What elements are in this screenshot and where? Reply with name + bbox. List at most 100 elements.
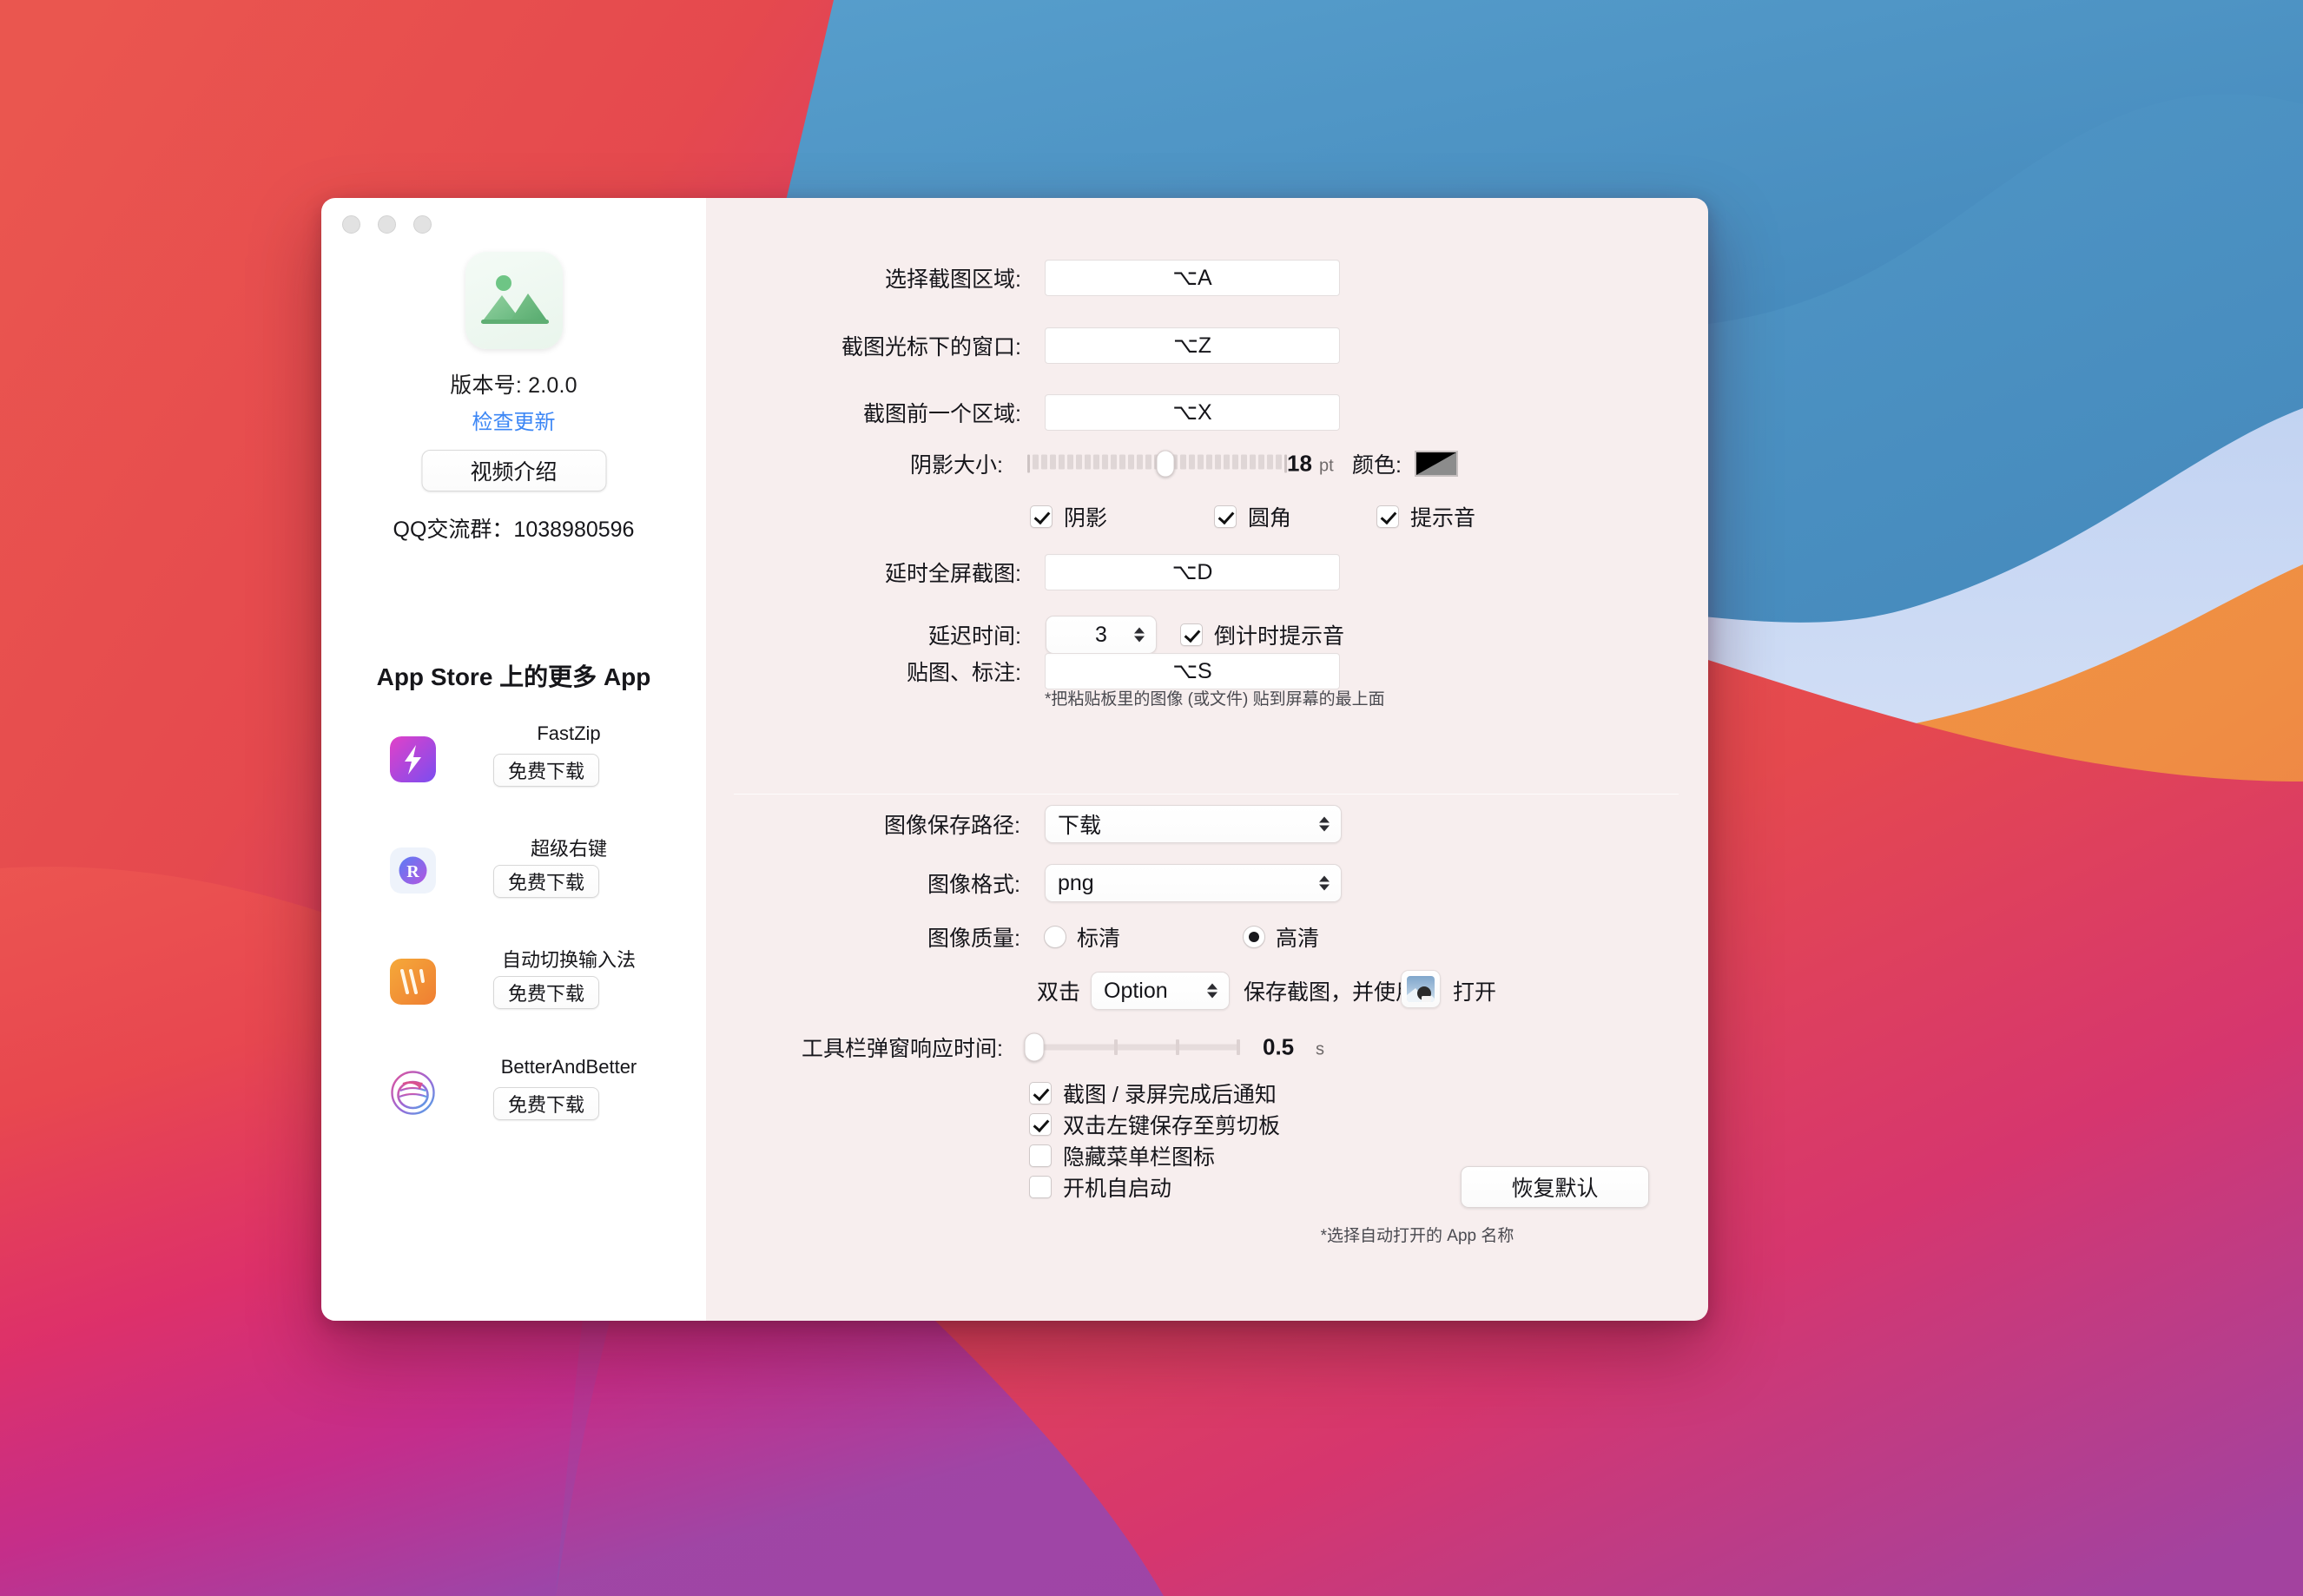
double-click-modifier-value: Option: [1104, 978, 1168, 1003]
shadow-size-slider[interactable]: [1027, 450, 1287, 478]
svg-text:R: R: [406, 862, 419, 881]
super-right-click-icon: R: [390, 847, 436, 894]
hide-menubar-icon-checkbox[interactable]: [1029, 1144, 1052, 1167]
list-item[interactable]: 自动切换输入法 免费下载: [321, 940, 706, 1051]
toolbar-delay-slider-thumb[interactable]: [1024, 1032, 1045, 1062]
chevron-updown-icon: [1207, 983, 1217, 999]
sound-checkbox-row[interactable]: 提示音: [1376, 501, 1475, 532]
save-path-label: 图像保存路径:: [884, 814, 1020, 838]
desktop-background: 版本号: 2.0.0 检查更新 视频介绍 QQ交流群：1038980596 Ap…: [0, 0, 2303, 1596]
sound-checkbox[interactable]: [1376, 505, 1399, 528]
toolbar-delay-unit: s: [1316, 1039, 1324, 1059]
double-click-clipboard-checkbox[interactable]: [1029, 1113, 1052, 1136]
list-item[interactable]: R 超级右键 免费下载: [321, 828, 706, 940]
image-quality-label: 图像质量:: [927, 927, 1020, 951]
image-quality-hd-label: 高清: [1276, 927, 1320, 951]
auto-input-switch-icon: [390, 959, 436, 1005]
image-format-label: 图像格式:: [927, 873, 1020, 897]
sticker-annotate-label: 贴图、标注:: [907, 661, 1021, 685]
version-label: 版本号: 2.0.0: [450, 373, 577, 398]
close-button[interactable]: [342, 215, 360, 234]
window-controls: [342, 215, 432, 234]
countdown-sound-checkbox-row[interactable]: 倒计时提示音: [1180, 619, 1344, 650]
slider-track: [1029, 1044, 1240, 1051]
shadow-color-label: 颜色:: [1352, 453, 1402, 478]
shadow-checkbox-row[interactable]: 阴影: [1030, 501, 1107, 532]
image-format-select[interactable]: png: [1045, 864, 1342, 902]
image-quality-standard-radio[interactable]: [1044, 926, 1066, 948]
app-name: 超级右键: [530, 838, 607, 860]
shadow-checkbox[interactable]: [1030, 505, 1053, 528]
delay-fullscreen-shortcut-input[interactable]: ⌥D: [1045, 554, 1340, 590]
notify-after-capture-row[interactable]: 截图 / 录屏完成后通知: [1029, 1078, 1277, 1109]
double-click-clipboard-label: 双击左键保存至剪切板: [1063, 1114, 1281, 1138]
app-name: BetterAndBetter: [500, 1056, 637, 1078]
qq-group-label: QQ交流群：1038980596: [393, 518, 635, 542]
shadow-size-slider-thumb[interactable]: [1156, 450, 1175, 478]
notify-after-capture-label: 截图 / 录屏完成后通知: [1063, 1083, 1277, 1107]
app-store-list: FastZip 免费下载 R 超级右键 免费下载 自动切换输入法 免费下载 Be…: [321, 717, 706, 1162]
betterandbetter-icon: [390, 1070, 436, 1116]
save-path-select[interactable]: 下载: [1045, 805, 1342, 843]
slider-tick: [1176, 1039, 1180, 1055]
launch-at-login-label: 开机自启动: [1063, 1177, 1172, 1201]
toolbar-delay-label: 工具栏弹窗响应时间:: [802, 1037, 1003, 1061]
chevron-updown-icon: [1319, 875, 1330, 891]
launch-at-login-row[interactable]: 开机自启动: [1029, 1171, 1171, 1203]
app-store-section-title: App Store 上的更多 App: [376, 663, 651, 690]
download-button[interactable]: 免费下载: [493, 1087, 599, 1120]
double-click-suffix-label: 保存截图，并使用: [1244, 980, 1418, 1005]
sound-checkbox-label: 提示音: [1410, 506, 1476, 531]
countdown-sound-checkbox[interactable]: [1180, 623, 1203, 646]
download-button[interactable]: 免费下载: [493, 976, 599, 1009]
list-item[interactable]: FastZip 免费下载: [321, 717, 706, 828]
download-button[interactable]: 免费下载: [493, 754, 599, 787]
double-click-clipboard-row[interactable]: 双击左键保存至剪切板: [1029, 1109, 1280, 1140]
select-region-shortcut-input[interactable]: ⌥A: [1045, 260, 1340, 296]
hide-menubar-icon-label: 隐藏菜单栏图标: [1063, 1145, 1216, 1170]
fastzip-icon: [390, 736, 436, 782]
save-path-value: 下载: [1058, 814, 1102, 838]
previous-region-shortcut-input[interactable]: ⌥X: [1045, 394, 1340, 431]
notify-after-capture-checkbox[interactable]: [1029, 1082, 1052, 1105]
sticker-annotate-shortcut-input[interactable]: ⌥S: [1045, 653, 1340, 689]
delay-time-stepper[interactable]: 3: [1046, 616, 1157, 654]
rounded-corner-checkbox[interactable]: [1214, 505, 1237, 528]
rounded-corner-checkbox-label: 圆角: [1248, 506, 1292, 531]
preview-app-icon[interactable]: [1401, 970, 1441, 1008]
shadow-checkbox-label: 阴影: [1064, 506, 1108, 531]
zoom-button[interactable]: [413, 215, 432, 234]
open-label: 打开: [1453, 980, 1497, 1005]
hide-menubar-icon-row[interactable]: 隐藏菜单栏图标: [1029, 1140, 1215, 1171]
section-divider: [734, 794, 1679, 795]
rounded-corner-checkbox-row[interactable]: 圆角: [1214, 501, 1291, 532]
shadow-size-label: 阴影大小:: [910, 453, 1003, 478]
list-item[interactable]: BetterAndBetter 免费下载: [321, 1051, 706, 1162]
photo-mountain-icon: [465, 252, 563, 349]
double-click-modifier-select[interactable]: Option: [1091, 972, 1230, 1010]
shadow-color-swatch[interactable]: [1415, 451, 1458, 477]
check-update-link[interactable]: 检查更新: [321, 405, 706, 435]
app-name: 自动切换输入法: [501, 949, 636, 971]
chevron-updown-icon: [1134, 627, 1145, 643]
capture-window-label: 截图光标下的窗口:: [841, 335, 1021, 359]
settings-pane: 选择截图区域: ⌥A 截图光标下的窗口: ⌥Z 截图前一个区域: ⌥X 阴影大小…: [706, 198, 1708, 1321]
double-click-hint: *选择自动打开的 App 名称: [1320, 1227, 1514, 1245]
countdown-sound-label: 倒计时提示音: [1214, 624, 1345, 649]
toolbar-delay-slider[interactable]: [1024, 1032, 1240, 1062]
slider-tick: [1236, 1039, 1240, 1055]
delay-fullscreen-label: 延时全屏截图:: [885, 562, 1021, 586]
select-region-label: 选择截图区域:: [885, 267, 1021, 292]
restore-default-button[interactable]: 恢复默认: [1461, 1166, 1649, 1208]
image-quality-hd-radio[interactable]: [1243, 926, 1265, 948]
launch-at-login-checkbox[interactable]: [1029, 1176, 1052, 1198]
video-intro-button[interactable]: 视频介绍: [421, 450, 606, 491]
image-quality-standard-radio-row[interactable]: 标清: [1044, 921, 1120, 953]
download-button[interactable]: 免费下载: [493, 865, 599, 898]
capture-window-shortcut-input[interactable]: ⌥Z: [1045, 327, 1340, 364]
toolbar-delay-value: 0.5: [1263, 1033, 1295, 1060]
minimize-button[interactable]: [378, 215, 396, 234]
image-quality-hd-radio-row[interactable]: 高清: [1243, 921, 1319, 953]
sticker-hint: *把粘贴板里的图像 (或文件) 贴到屏幕的最上面: [1045, 690, 1385, 709]
delay-time-label: 延迟时间:: [928, 624, 1021, 649]
